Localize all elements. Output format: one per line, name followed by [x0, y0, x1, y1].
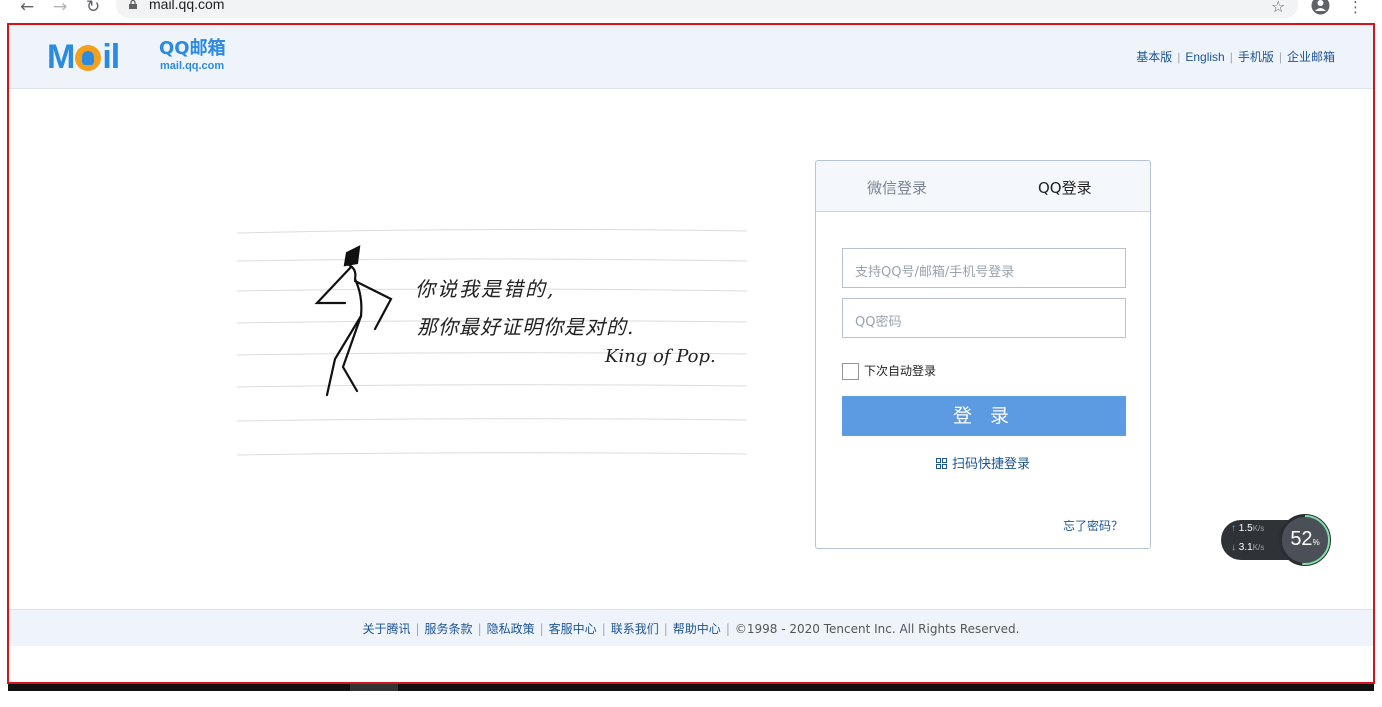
quote-line-1: 你说我是错的, — [415, 277, 556, 301]
forgot-password-link[interactable]: 忘了密码？ — [1063, 517, 1123, 534]
footer-link-terms[interactable]: 服务条款 — [425, 622, 473, 636]
reload-icon[interactable]: ↻ — [86, 0, 100, 17]
url-text[interactable]: mail.qq.com — [149, 0, 224, 12]
logo-mail-mark: Mil — [47, 38, 120, 76]
footer-link-about[interactable]: 关于腾讯 — [362, 622, 410, 636]
network-speed-widget[interactable]: ↑ 1.5K/s ↓ 3.1K/s 52% — [1221, 514, 1339, 566]
qr-login-link[interactable]: 扫码快捷登录 — [816, 453, 1150, 472]
browser-toolbar: ← → ↻ mail.qq.com ☆ ⋮ — [0, 0, 1382, 22]
logo-name: QQ邮箱 — [159, 38, 226, 59]
upload-arrow-icon: ↑ — [1231, 523, 1236, 534]
page-frame: Mil QQ邮箱 mail.qq.com 基本版 | English | 手机版 | 企业邮… — [7, 23, 1375, 684]
login-tabs: 微信登录 QQ登录 — [816, 161, 1150, 212]
logo-domain: mail.qq.com — [160, 60, 225, 72]
arrow-right-icon[interactable]: → — [53, 0, 67, 17]
arrow-left-icon[interactable]: ← — [20, 0, 34, 17]
taskbar-strip — [8, 684, 1374, 691]
quote-signature: King of Pop. — [605, 346, 716, 367]
address-bar[interactable] — [116, 0, 1298, 18]
qq-mail-logo[interactable]: Mil QQ邮箱 mail.qq.com — [47, 39, 247, 79]
remember-label: 下次自动登录 — [864, 364, 937, 378]
usage-gauge: 52% — [1279, 514, 1331, 566]
taskbar-item — [350, 684, 398, 691]
download-arrow-icon: ↓ — [1231, 542, 1236, 553]
header: Mil QQ邮箱 mail.qq.com 基本版 | English | 手机版 | 企业邮… — [9, 25, 1373, 89]
login-panel: 微信登录 QQ登录 支持QQ号/邮箱/手机号登录 QQ密码 下次自动登录 登 录… — [815, 160, 1151, 549]
upload-speed: ↑ 1.5K/s — [1231, 523, 1265, 534]
tab-qq-login[interactable]: QQ登录 — [1038, 177, 1092, 198]
star-icon[interactable]: ☆ — [1271, 0, 1285, 17]
link-english[interactable]: English — [1185, 50, 1224, 64]
footer-link-support[interactable]: 客服中心 — [549, 622, 597, 636]
tab-wechat-login[interactable]: 微信登录 — [867, 177, 927, 198]
quote-line-2: 那你最好证明你是对的. — [417, 315, 635, 339]
remember-checkbox[interactable] — [842, 363, 859, 380]
password-input[interactable]: QQ密码 — [842, 298, 1126, 338]
header-links: 基本版 | English | 手机版 | 企业邮箱 — [1136, 50, 1335, 64]
remember-me[interactable]: 下次自动登录 — [842, 362, 936, 380]
more-vert-icon[interactable]: ⋮ — [1348, 0, 1363, 17]
footer-link-privacy[interactable]: 隐私政策 — [487, 622, 535, 636]
download-speed: ↓ 3.1K/s — [1231, 542, 1265, 553]
king-of-pop-illustration: 你说我是错的, 那你最好证明你是对的. King of Pop. — [236, 221, 748, 461]
footer: 关于腾讯 | 服务条款 | 隐私政策 | 客服中心 | 联系我们 | 帮助中心 | ©1998 - 20… — [9, 609, 1373, 646]
login-button[interactable]: 登 录 — [842, 396, 1126, 436]
qr-code-icon — [935, 458, 947, 469]
lock-icon — [129, 0, 137, 9]
account-icon[interactable] — [1311, 0, 1330, 15]
link-enterprise-mail[interactable]: 企业邮箱 — [1287, 50, 1335, 64]
footer-link-contact[interactable]: 联系我们 — [611, 622, 659, 636]
copyright: ©1998 - 2020 Tencent Inc. All Rights Res… — [734, 622, 1020, 636]
qr-login-label: 扫码快捷登录 — [951, 457, 1030, 472]
usage-percent: 52% — [1290, 528, 1320, 550]
footer-link-help[interactable]: 帮助中心 — [673, 622, 721, 636]
username-input[interactable]: 支持QQ号/邮箱/手机号登录 — [842, 248, 1126, 288]
link-mobile-version[interactable]: 手机版 — [1238, 50, 1274, 64]
link-basic-version[interactable]: 基本版 — [1136, 50, 1172, 64]
